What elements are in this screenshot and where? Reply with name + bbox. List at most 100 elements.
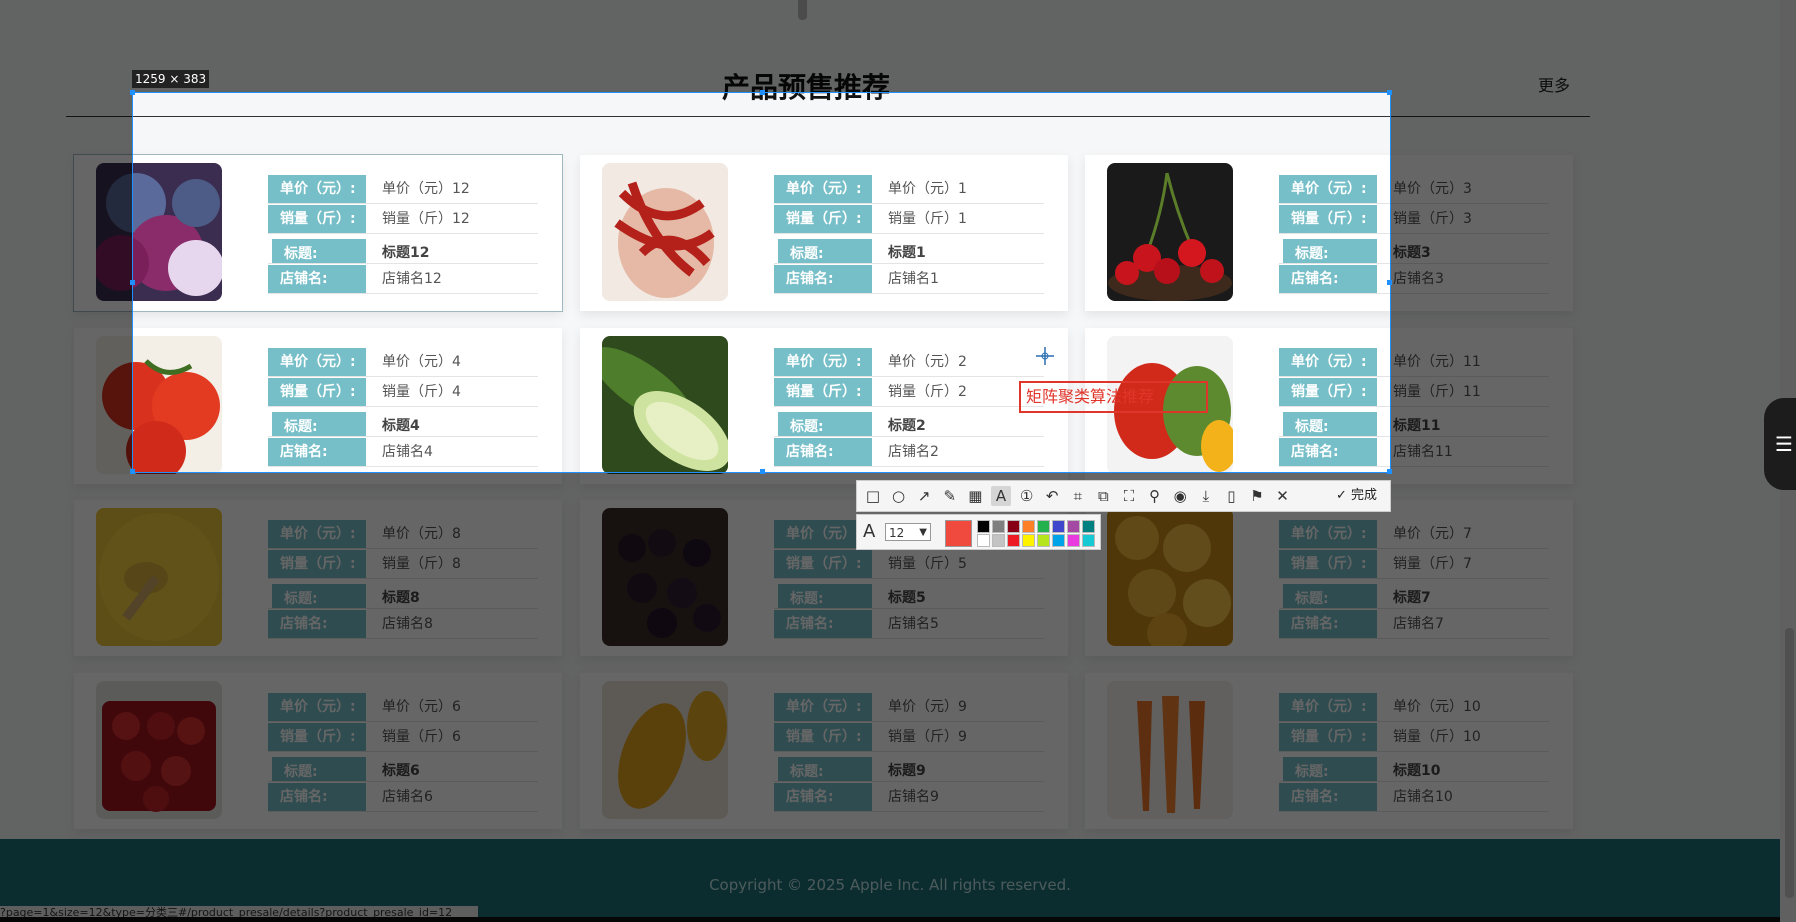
side-panel-toggle-icon[interactable]: ☰: [1764, 398, 1796, 490]
shop-row: 店铺名: 店铺名9: [774, 783, 1044, 812]
title-value[interactable]: 标题5: [888, 584, 926, 612]
more-link[interactable]: 更多: [1538, 72, 1570, 96]
color-swatch[interactable]: [1052, 520, 1065, 533]
ellipse-icon[interactable]: ○: [889, 486, 909, 506]
shop-value: 店铺名11: [1393, 444, 1453, 460]
product-card[interactable]: 单价（元）: 单价（元）7 销量（斤）: 销量（斤）7 标题: 标题7 店铺名: 店铺名…: [1085, 500, 1573, 656]
color-swatch[interactable]: [1022, 520, 1035, 533]
price-value: 单价（元）8: [382, 526, 461, 542]
current-color-swatch[interactable]: [945, 520, 972, 547]
shop-value: 店铺名3: [1393, 271, 1444, 287]
product-card[interactable]: 单价（元）: 单价（元）10 销量（斤）: 销量（斤）10 标题: 标题10 店铺名:…: [1085, 673, 1573, 829]
shop-row: 店铺名: 店铺名5: [774, 610, 1044, 639]
done-button[interactable]: ✓ 完成: [1336, 486, 1377, 506]
color-swatch[interactable]: [1007, 534, 1020, 547]
sales-value: 销量（斤）3: [1393, 211, 1472, 227]
price-label: 单价（元）:: [774, 693, 872, 721]
sales-value: 销量（斤）5: [888, 556, 967, 572]
product-image[interactable]: [602, 508, 728, 646]
color-swatch[interactable]: [1067, 520, 1080, 533]
copy-icon[interactable]: ⧉: [1093, 486, 1113, 506]
shop-value: 店铺名10: [1393, 789, 1453, 805]
capture-selection[interactable]: [130, 90, 1392, 474]
resize-handle[interactable]: [760, 90, 765, 95]
price-row: 单价（元）: 单价（元）8: [268, 520, 538, 549]
save-icon[interactable]: ⤓: [1196, 486, 1216, 506]
crosshair-icon: [1036, 347, 1054, 365]
arrow-icon[interactable]: ↗: [914, 486, 934, 506]
undo-icon[interactable]: ↶: [1042, 486, 1062, 506]
color-swatch[interactable]: [1037, 520, 1050, 533]
price-label: 单价（元）:: [268, 520, 366, 548]
title-value[interactable]: 标题11: [1393, 412, 1440, 440]
color-swatch[interactable]: [1082, 520, 1095, 533]
sales-value: 销量（斤）11: [1393, 384, 1481, 400]
text-annotation[interactable]: 矩阵聚类算法推荐: [1019, 381, 1208, 413]
product-image[interactable]: [602, 681, 728, 819]
color-swatch[interactable]: [992, 534, 1005, 547]
color-swatch[interactable]: [1067, 534, 1080, 547]
title-row: 标题: 标题9: [774, 757, 1044, 782]
sales-row: 销量（斤）: 销量（斤）7: [1279, 550, 1549, 579]
title-row: 标题: 标题6: [268, 757, 538, 782]
title-value[interactable]: 标题3: [1393, 239, 1431, 267]
color-swatch[interactable]: [977, 520, 990, 533]
product-image[interactable]: [96, 681, 222, 819]
title-label: 标题:: [778, 584, 872, 608]
title-value[interactable]: 标题10: [1393, 757, 1440, 785]
product-image[interactable]: [1107, 681, 1233, 819]
price-row: 单价（元）: 单价（元）6: [268, 693, 538, 722]
color-swatch[interactable]: [1052, 534, 1065, 547]
product-image[interactable]: [1107, 508, 1233, 646]
title-value[interactable]: 标题6: [382, 757, 420, 785]
font-size-select[interactable]: 12 ▼: [885, 523, 931, 541]
pin-icon[interactable]: ⚲: [1145, 486, 1165, 506]
close-icon[interactable]: ✕: [1273, 486, 1293, 506]
title-value[interactable]: 标题9: [888, 757, 926, 785]
crop-icon[interactable]: ⌗: [1068, 486, 1088, 506]
title-label: 标题:: [1283, 584, 1377, 608]
resize-handle[interactable]: [130, 90, 135, 95]
product-image[interactable]: [96, 508, 222, 646]
sales-label: 销量（斤）:: [268, 723, 366, 751]
price-value: 单价（元）3: [1393, 181, 1472, 197]
color-swatch[interactable]: [1022, 534, 1035, 547]
product-card[interactable]: 单价（元）: 单价（元）6 销量（斤）: 销量（斤）6 标题: 标题6 店铺名: 店铺名…: [74, 673, 562, 829]
title-label: 标题:: [778, 757, 872, 781]
long-screenshot-icon[interactable]: ▯: [1221, 486, 1241, 506]
product-card[interactable]: 单价（元）: 单价（元）9 销量（斤）: 销量（斤）9 标题: 标题9 店铺名: 店铺名…: [580, 673, 1068, 829]
text-icon[interactable]: A: [991, 486, 1011, 506]
bookmark-icon[interactable]: ⚑: [1247, 486, 1267, 506]
color-swatch[interactable]: [1007, 520, 1020, 533]
resize-handle[interactable]: [130, 469, 135, 474]
sales-value: 销量（斤）10: [1393, 729, 1481, 745]
color-swatch[interactable]: [1082, 534, 1095, 547]
scrollbar-thumb[interactable]: [1785, 628, 1794, 898]
serial-icon[interactable]: ①: [1017, 486, 1037, 506]
resize-handle[interactable]: [1387, 90, 1392, 95]
product-card[interactable]: 单价（元）: 单价（元）8 销量（斤）: 销量（斤）8 标题: 标题8 店铺名: 店铺名…: [74, 500, 562, 656]
mosaic-icon[interactable]: ▦: [965, 486, 985, 506]
resize-handle[interactable]: [760, 469, 765, 474]
shop-value: 店铺名8: [382, 616, 433, 632]
price-value: 单价（元）10: [1393, 699, 1481, 715]
color-swatch[interactable]: [1037, 534, 1050, 547]
sales-label: 销量（斤）:: [774, 550, 872, 578]
resize-handle[interactable]: [130, 280, 135, 285]
scroll-capture-icon[interactable]: ⛶: [1119, 486, 1139, 506]
title-value[interactable]: 标题7: [1393, 584, 1431, 612]
price-label: 单价（元）:: [1279, 520, 1377, 548]
shop-row: 店铺名: 店铺名7: [1279, 610, 1549, 639]
resize-handle[interactable]: [1387, 280, 1392, 285]
ocr-icon[interactable]: ◉: [1170, 486, 1190, 506]
sales-value: 销量（斤）9: [888, 729, 967, 745]
price-value: 单价（元）11: [1393, 354, 1481, 370]
font-size-value: 12: [889, 526, 905, 540]
title-row: 标题: 标题5: [774, 584, 1044, 609]
color-swatch[interactable]: [992, 520, 1005, 533]
color-swatch[interactable]: [977, 534, 990, 547]
rect-icon[interactable]: □: [863, 486, 883, 506]
pencil-icon[interactable]: ✎: [940, 486, 960, 506]
title-value[interactable]: 标题8: [382, 584, 420, 612]
resize-handle[interactable]: [1387, 469, 1392, 474]
